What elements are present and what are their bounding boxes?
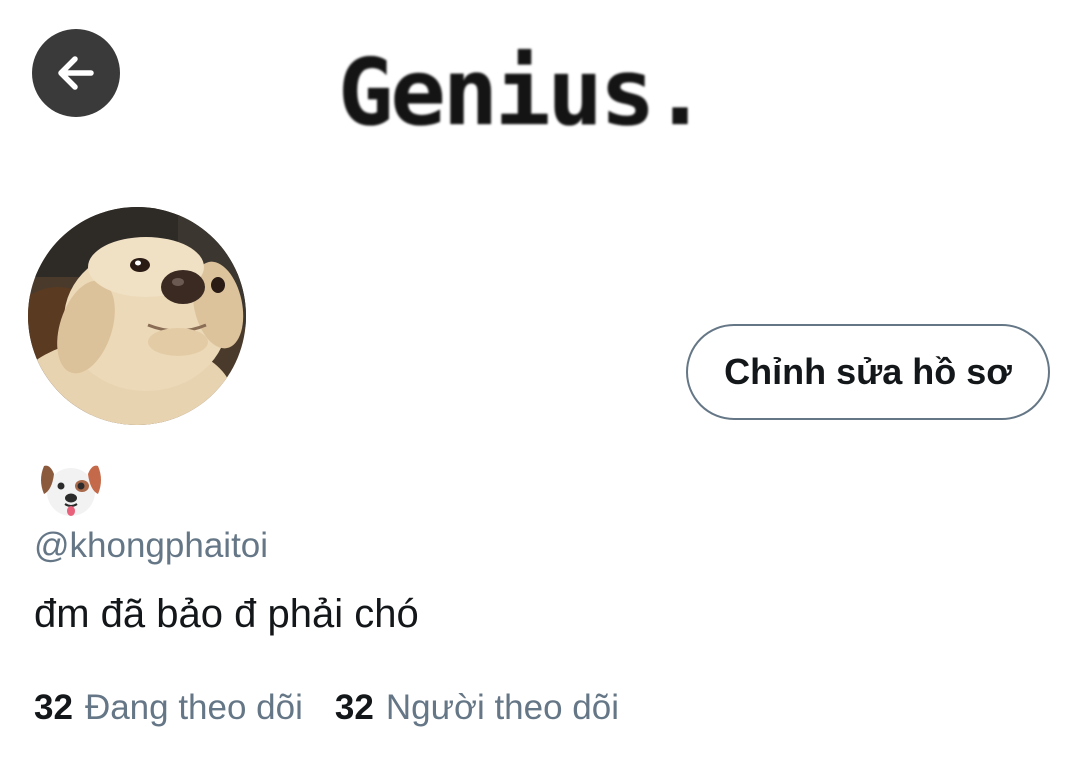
edit-profile-button[interactable]: Chỉnh sửa hồ sơ [686,324,1050,420]
back-button[interactable] [32,29,120,117]
followers-label: Người theo dõi [385,688,620,727]
profile-handle: @khongphaitoi [34,526,269,565]
profile-bio: đm đã bảo đ phải chó [34,592,419,636]
profile-banner[interactable]: Genius. [0,0,1080,180]
following-label: Đang theo dõi [84,688,303,727]
following-stat[interactable]: 32 Đang theo dõi [34,688,303,728]
banner-text: Genius. [338,39,708,146]
profile-stats: 32 Đang theo dõi 32 Người theo dõi [34,688,619,728]
avatar[interactable] [26,205,248,427]
puppy-avatar-image [28,207,246,425]
dog-face-emoji-icon [36,460,106,520]
followers-stat[interactable]: 32 Người theo dõi [335,688,619,728]
arrow-left-icon [58,56,94,90]
followers-count: 32 [334,688,374,727]
following-count: 32 [34,688,73,727]
